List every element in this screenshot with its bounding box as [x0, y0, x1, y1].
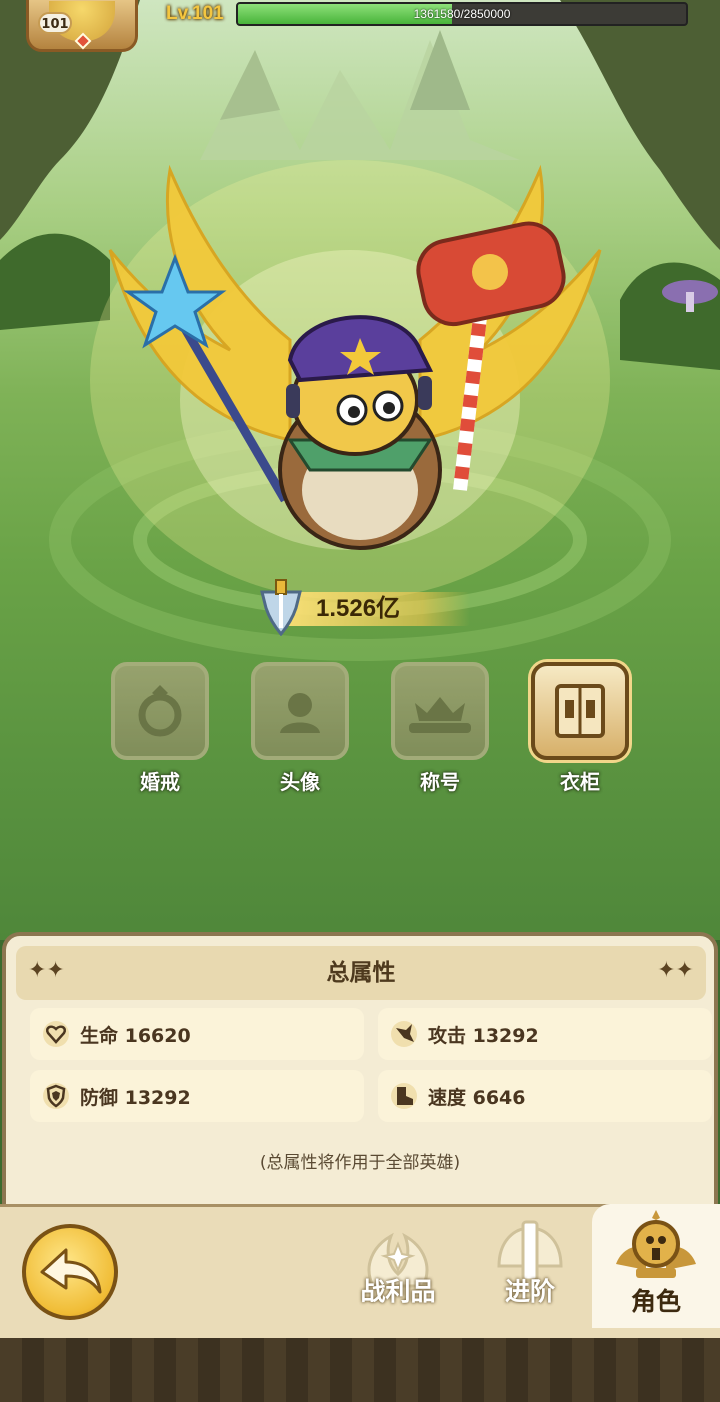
bottom-navigation: 战利品 进阶 角色: [0, 1204, 720, 1402]
feature-ring-label: 婚戒: [140, 770, 180, 794]
total-attributes-panel: ✦✦ 总属性 ✦✦ 生命 16620 攻击 13292 防御 13292 速度 …: [2, 932, 718, 1210]
boot-icon: [391, 1083, 417, 1109]
attack-icon: [391, 1021, 417, 1047]
feature-buttons: 婚戒 头像 称号 衣柜: [110, 662, 630, 802]
panel-note: (总属性将作用于全部英雄): [259, 1153, 461, 1173]
back-arrow-icon: [40, 1248, 102, 1294]
stat-attack-label: 攻击 13292: [428, 1024, 539, 1047]
stat-defense: 防御 13292: [30, 1070, 364, 1122]
stat-speed-label: 速度 6646: [428, 1086, 526, 1109]
avatar-level-badge: 101: [38, 12, 72, 34]
stat-speed: 速度 6646: [378, 1070, 712, 1122]
crown-title-icon: [409, 697, 471, 733]
wardrobe-icon: [555, 684, 605, 738]
ring-icon: [138, 685, 182, 737]
nav-loot-tab[interactable]: 战利品: [348, 1216, 448, 1308]
feature-wardrobe-label: 衣柜: [560, 770, 600, 794]
stat-hp-label: 生命 16620: [80, 1024, 191, 1047]
character-icon: [616, 1210, 696, 1278]
avatar-icon: [280, 693, 320, 733]
nav-character-tab[interactable]: 角色: [592, 1204, 720, 1328]
nav-advance-tab[interactable]: 进阶: [480, 1216, 580, 1308]
feature-wardrobe-button[interactable]: 衣柜: [530, 662, 630, 795]
sword-shield-icon: [260, 579, 302, 636]
heart-icon: [43, 1021, 69, 1047]
feature-avatar-label: 头像: [280, 770, 320, 794]
player-level-label: Lv.101: [166, 3, 224, 24]
stat-defense-label: 防御 13292: [80, 1086, 191, 1109]
stat-attack: 攻击 13292: [378, 1008, 712, 1060]
combat-power: 1.526亿: [258, 579, 470, 636]
experience-text: 1361580/2850000: [413, 7, 511, 21]
feature-avatar-button[interactable]: 头像: [250, 662, 350, 795]
feature-ring-button[interactable]: 婚戒: [110, 662, 210, 795]
nav-decorative-strip: [0, 1338, 720, 1402]
sparkle-right-icon: ✦✦: [657, 958, 694, 983]
panel-header: ✦✦ 总属性 ✦✦: [16, 946, 706, 1000]
nav-loot-label: 战利品: [360, 1277, 436, 1306]
stat-hp: 生命 16620: [30, 1008, 364, 1060]
experience-bar: 1361580/2850000: [236, 2, 688, 26]
shield-icon: [43, 1083, 69, 1109]
combat-power-value: 1.526亿: [316, 595, 401, 622]
feature-title-label: 称号: [420, 770, 460, 794]
panel-title: 总属性: [326, 960, 396, 986]
back-button[interactable]: [22, 1224, 118, 1320]
feature-title-button[interactable]: 称号: [390, 662, 490, 795]
